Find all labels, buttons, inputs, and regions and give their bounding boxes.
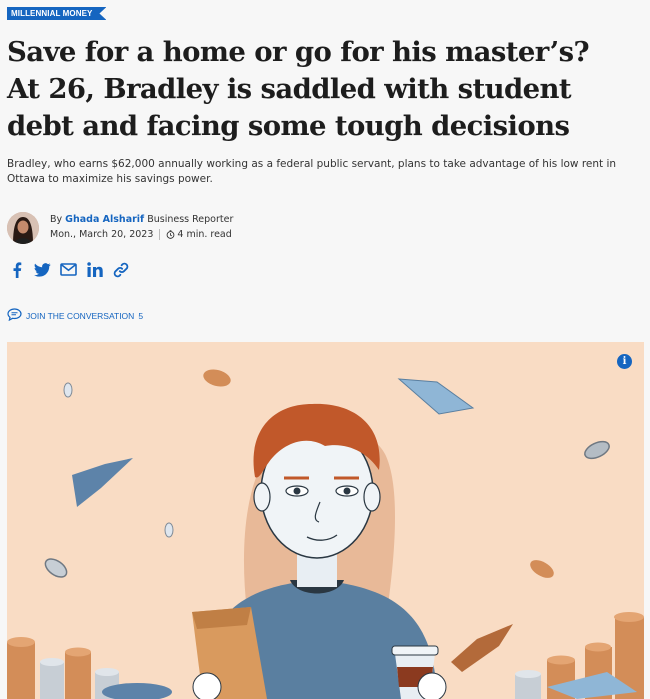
headline: Save for a home or go for his master’s? … bbox=[7, 36, 590, 142]
comment-count: 5 bbox=[138, 310, 144, 321]
author-avatar[interactable] bbox=[7, 212, 39, 244]
author-role: Business Reporter bbox=[147, 214, 234, 225]
join-conversation-link[interactable]: JOIN THE CONVERSATION 5 bbox=[7, 308, 143, 323]
facebook-icon[interactable] bbox=[8, 261, 25, 278]
article-meta: Mon., March 20, 2023 4 min. read bbox=[50, 229, 232, 240]
publish-date: Mon., March 20, 2023 bbox=[50, 229, 154, 240]
illustration-graphic bbox=[7, 342, 644, 699]
read-time: 4 min. read bbox=[177, 229, 232, 240]
clock-icon bbox=[166, 230, 175, 239]
category-tag[interactable]: MILLENNIAL MONEY bbox=[7, 7, 106, 20]
author-link[interactable]: Ghada Alsharif bbox=[65, 214, 144, 225]
meta-divider bbox=[159, 229, 161, 240]
byline: By Ghada Alsharif Business Reporter bbox=[50, 214, 233, 225]
info-icon[interactable]: i bbox=[617, 354, 632, 369]
byline-prefix: By bbox=[50, 214, 63, 225]
conversation-label: JOIN THE CONVERSATION bbox=[26, 310, 135, 321]
twitter-icon[interactable] bbox=[34, 261, 51, 278]
article-dek: Bradley, who earns $62,000 annually work… bbox=[7, 158, 617, 185]
hero-illustration: i bbox=[7, 342, 644, 699]
email-icon[interactable] bbox=[60, 261, 77, 278]
linkedin-icon[interactable] bbox=[86, 261, 103, 278]
share-bar bbox=[8, 261, 129, 278]
comment-icon bbox=[7, 308, 22, 323]
link-icon[interactable] bbox=[112, 261, 129, 278]
